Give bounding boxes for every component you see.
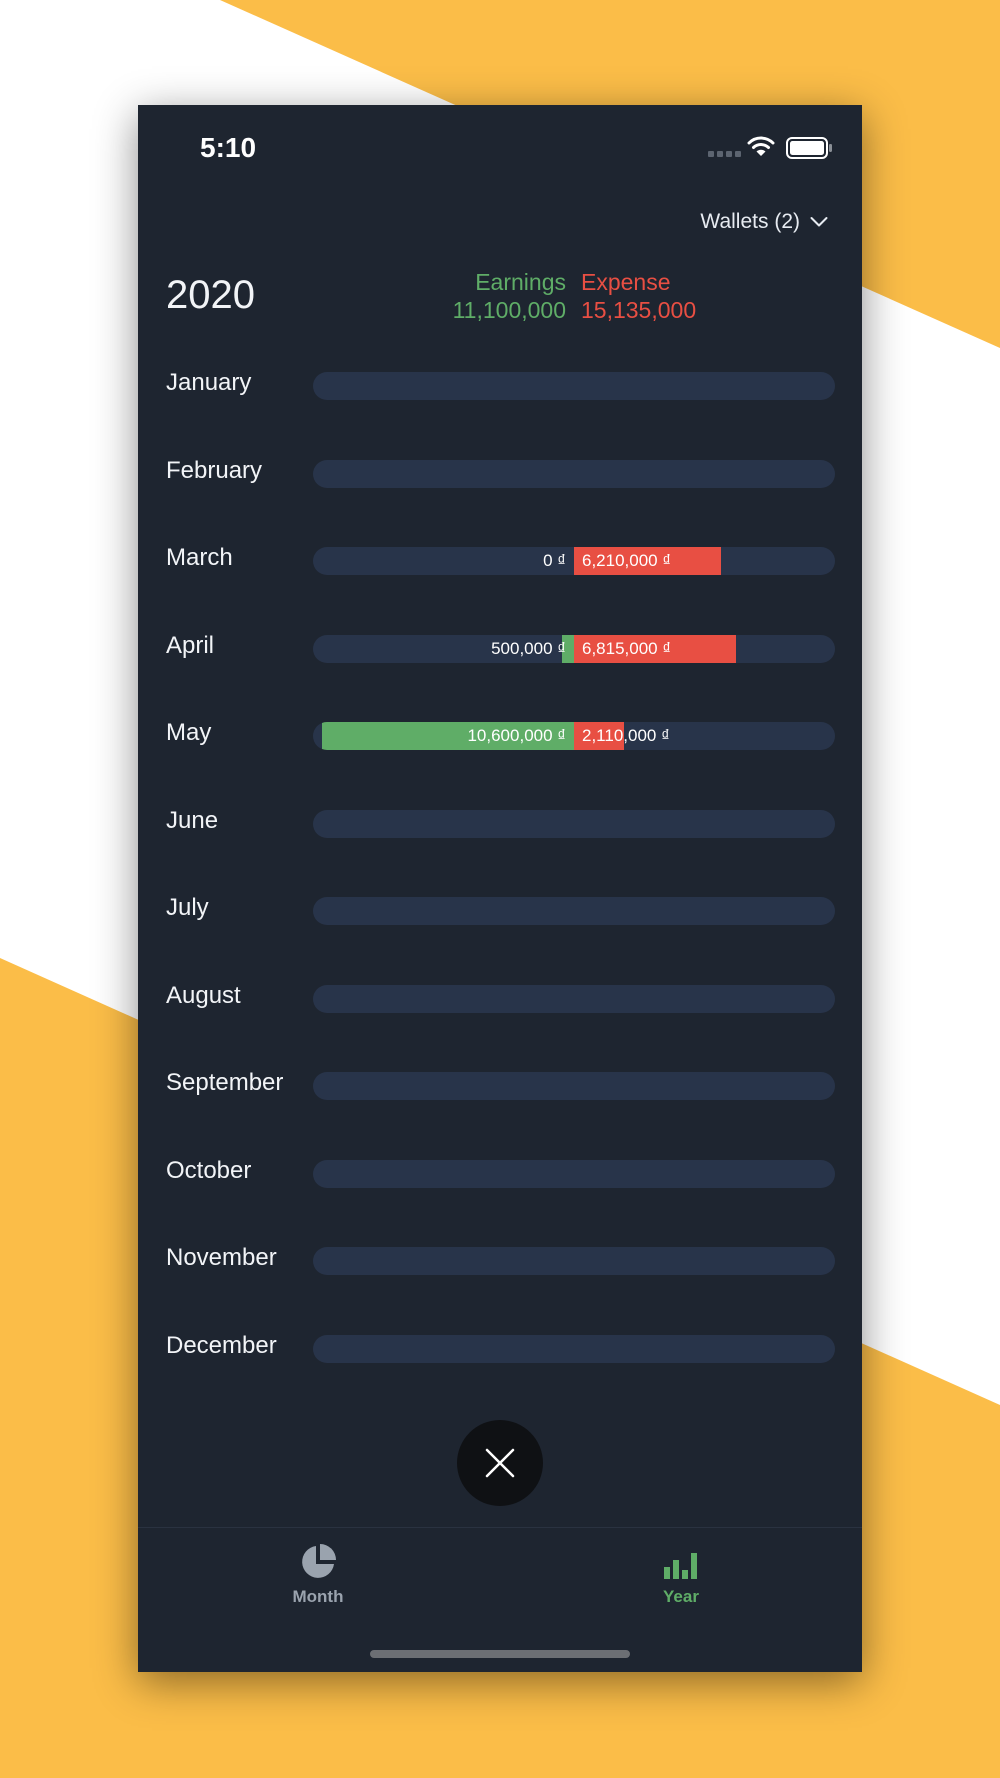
month-label: July	[166, 894, 209, 921]
tab-month-label: Month	[292, 1587, 344, 1606]
month-label: June	[166, 806, 219, 834]
battery-icon	[786, 137, 832, 159]
month-bar-track	[313, 1334, 835, 1363]
pie-chart-icon	[302, 1544, 336, 1578]
month-label: August	[166, 981, 241, 1009]
month-label: December	[166, 1331, 277, 1359]
expense-summary: Expense 15,135,000	[581, 268, 696, 324]
year-title: 2020	[166, 273, 255, 317]
month-row[interactable]: July	[138, 892, 862, 928]
expense-total: 15,135,000	[581, 297, 697, 323]
month-row[interactable]: October	[138, 1155, 862, 1191]
month-row[interactable]: May 10,600,000 ₫ 2,110,000 ₫	[138, 717, 862, 753]
month-label: April	[166, 631, 215, 659]
month-bar-track	[313, 372, 835, 400]
earnings-summary: Earnings 11,100,000	[453, 268, 566, 324]
close-icon	[485, 1448, 515, 1478]
month-label: January	[166, 369, 252, 396]
wifi-icon	[747, 136, 775, 156]
month-row[interactable]: June	[138, 805, 862, 841]
month-label: November	[166, 1244, 277, 1271]
tab-month[interactable]: Month	[248, 1543, 388, 1623]
bar-chart-icon	[664, 1553, 697, 1579]
status-bar: 5:10	[138, 105, 862, 195]
wallets-label: Wallets (2)	[700, 210, 800, 233]
month-bar-track: 10,600,000 ₫ 2,110,000 ₫	[313, 722, 835, 750]
month-label: February	[166, 456, 263, 484]
month-bar-track	[313, 984, 835, 1013]
close-button[interactable]	[457, 1420, 543, 1506]
month-row[interactable]: April 500,000 ₫ 6,815,000 ₫	[138, 630, 862, 666]
tab-year-label: Year	[663, 1587, 699, 1606]
month-bar-track: 0 ₫ 6,210,000 ₫	[313, 547, 835, 575]
expense-label: Expense	[581, 269, 671, 295]
month-row[interactable]: November	[138, 1242, 862, 1278]
wallets-selector[interactable]: Wallets (2)	[700, 205, 828, 239]
tab-year[interactable]: Year	[611, 1543, 751, 1623]
chevron-down-icon	[810, 217, 828, 227]
expense-value-label: 6,815,000 ₫	[582, 638, 672, 658]
month-bar-track	[313, 1247, 835, 1275]
earnings-value-label: 500,000 ₫	[491, 638, 566, 658]
month-row[interactable]: February	[138, 455, 862, 491]
home-indicator[interactable]	[370, 1650, 630, 1658]
expense-value-label: 6,210,000 ₫	[582, 551, 672, 570]
expense-value-label: 2,110,000 ₫	[582, 726, 670, 745]
status-time: 5:10	[200, 132, 257, 163]
month-bar-track	[313, 1072, 835, 1100]
month-bar-track: 500,000 ₫ 6,815,000 ₫	[313, 634, 835, 663]
month-label: May	[166, 719, 212, 746]
month-row[interactable]: March 0 ₫ 6,210,000 ₫	[138, 542, 862, 578]
month-bar-track	[313, 1159, 835, 1188]
month-row[interactable]: December	[138, 1330, 862, 1366]
earnings-label: Earnings	[475, 269, 566, 295]
month-row[interactable]: September	[138, 1067, 862, 1103]
earnings-value-label: 10,600,000 ₫	[467, 726, 566, 745]
month-bar-track	[313, 897, 835, 925]
month-label: September	[166, 1069, 284, 1096]
month-label: March	[166, 544, 233, 571]
month-label: October	[166, 1156, 252, 1184]
month-row[interactable]: August	[138, 980, 862, 1016]
month-bar-track	[313, 459, 835, 488]
cellular-signal-icon	[708, 151, 741, 157]
phone-screen: 5:10 Wallets (2) 2020 Earnings 11,100,00…	[138, 105, 862, 1672]
earnings-total: 11,100,000	[452, 297, 566, 323]
month-bar-track	[313, 809, 835, 838]
month-row[interactable]: January	[138, 367, 862, 403]
earnings-value-label: 0 ₫	[543, 551, 566, 570]
